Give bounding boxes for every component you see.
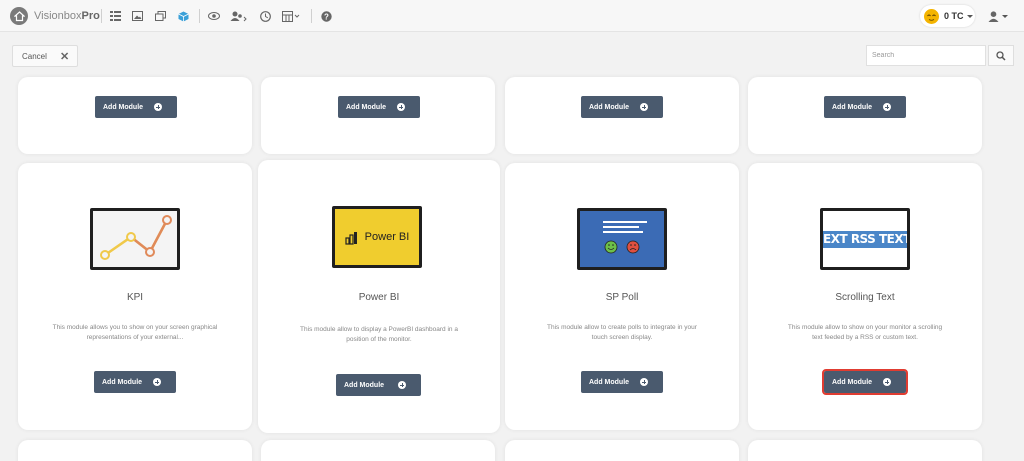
module-card-kpi: KPI This module allows you to show on yo… bbox=[18, 163, 252, 430]
svg-text:?: ? bbox=[324, 12, 329, 21]
module-description: This module allows you to show on your s… bbox=[52, 324, 218, 341]
clock-icon[interactable] bbox=[258, 9, 272, 23]
plus-circle-icon bbox=[397, 103, 405, 111]
cube-icon[interactable] bbox=[176, 9, 190, 23]
plus-circle-icon bbox=[883, 103, 891, 111]
module-description: This module allow to display a PowerBI d… bbox=[300, 326, 458, 343]
module-title: Power BI bbox=[358, 292, 400, 303]
plus-circle-icon bbox=[640, 378, 648, 386]
ticker-text: EXT RSS TEXT bbox=[823, 231, 907, 248]
add-module-button[interactable]: Add Module bbox=[581, 371, 663, 393]
add-module-button[interactable]: Add Module bbox=[581, 96, 663, 118]
add-module-button[interactable]: Add Module bbox=[95, 96, 177, 118]
search-button[interactable] bbox=[988, 45, 1014, 66]
add-module-button[interactable]: Add Module bbox=[822, 369, 908, 395]
credits-dropdown[interactable]: 0 TC bbox=[920, 5, 975, 27]
grid-icon[interactable] bbox=[281, 9, 301, 23]
list-icon[interactable] bbox=[108, 9, 122, 23]
divider bbox=[311, 9, 312, 23]
search-input[interactable] bbox=[866, 45, 986, 66]
add-module-button[interactable]: Add Module bbox=[94, 371, 176, 393]
search-icon bbox=[996, 50, 1006, 61]
credits-value: 0 TC bbox=[944, 11, 964, 21]
chevron-down-icon bbox=[1002, 14, 1008, 18]
kpi-thumbnail bbox=[90, 208, 180, 270]
powerbi-thumbnail: Power BI bbox=[332, 206, 422, 268]
module-title: KPI bbox=[126, 292, 144, 303]
module-card-sppoll: SP Poll This module allow to create poll… bbox=[505, 163, 739, 430]
eye-icon[interactable] bbox=[207, 9, 221, 23]
image-icon[interactable] bbox=[130, 9, 144, 23]
cancel-button[interactable]: Cancel ✕ bbox=[12, 45, 78, 67]
plus-circle-icon bbox=[398, 381, 406, 389]
powerbi-logo-text: Power BI bbox=[364, 231, 410, 243]
module-card bbox=[505, 440, 739, 461]
chevron-down-icon bbox=[966, 14, 973, 18]
module-card bbox=[18, 440, 252, 461]
divider bbox=[101, 9, 102, 23]
module-card: Add Module bbox=[261, 77, 495, 154]
line-chart-icon bbox=[100, 215, 172, 260]
brand-name: VisionboxPro bbox=[34, 10, 100, 22]
powerbi-logo-icon bbox=[345, 232, 357, 245]
user-menu[interactable] bbox=[988, 9, 1012, 23]
cancel-label: Cancel bbox=[22, 51, 47, 61]
add-module-button[interactable]: Add Module bbox=[336, 374, 421, 396]
top-navbar: VisionboxPro ? 0 TC bbox=[0, 0, 1024, 32]
plus-circle-icon bbox=[640, 103, 648, 111]
logo[interactable]: VisionboxPro bbox=[10, 6, 100, 26]
module-card: Add Module bbox=[505, 77, 739, 154]
plus-circle-icon bbox=[153, 378, 161, 386]
module-description: This module allow to create polls to int… bbox=[547, 324, 697, 341]
module-card: Add Module bbox=[748, 77, 982, 154]
coin-icon bbox=[924, 8, 939, 24]
plus-circle-icon bbox=[883, 378, 891, 386]
module-title: Scrolling Text bbox=[835, 292, 895, 303]
module-description: This module allow to show on your monito… bbox=[787, 324, 943, 341]
help-icon[interactable]: ? bbox=[319, 9, 333, 23]
layers-icon[interactable] bbox=[153, 9, 167, 23]
home-logo-icon bbox=[10, 7, 28, 25]
module-card bbox=[261, 440, 495, 461]
module-card: Add Module bbox=[18, 77, 252, 154]
users-icon[interactable] bbox=[229, 9, 249, 23]
user-icon bbox=[988, 10, 999, 22]
plus-circle-icon bbox=[154, 103, 162, 111]
poll-icon bbox=[603, 221, 647, 254]
add-module-button[interactable]: Add Module bbox=[338, 96, 420, 118]
sppoll-thumbnail bbox=[577, 208, 667, 270]
module-card-scrolling-text: EXT RSS TEXT Scrolling Text This module … bbox=[748, 163, 982, 430]
divider bbox=[199, 9, 200, 23]
module-title: SP Poll bbox=[605, 292, 639, 303]
scrolling-text-thumbnail: EXT RSS TEXT bbox=[820, 208, 910, 270]
close-icon: ✕ bbox=[60, 51, 70, 63]
module-card-powerbi: Power BI Power BI This module allow to d… bbox=[258, 160, 500, 433]
module-card bbox=[748, 440, 982, 461]
add-module-button[interactable]: Add Module bbox=[824, 96, 906, 118]
